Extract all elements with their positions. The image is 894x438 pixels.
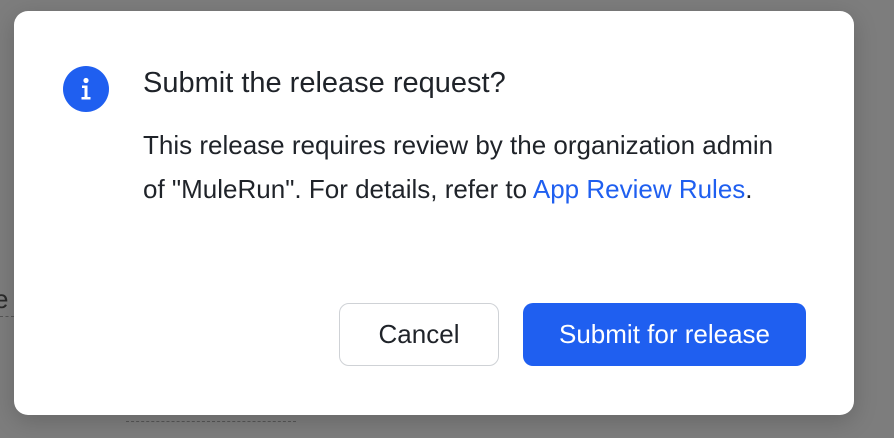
background-dashed-line — [126, 421, 296, 422]
submit-for-release-button[interactable]: Submit for release — [523, 303, 806, 366]
dialog-message-suffix: . — [745, 174, 753, 204]
confirm-dialog: Submit the release request? This release… — [14, 11, 854, 415]
cancel-button[interactable]: Cancel — [339, 303, 499, 366]
background-dashed-line — [0, 316, 14, 317]
dialog-title: Submit the release request? — [143, 67, 506, 99]
background-text-fragment: e — [0, 284, 9, 314]
dialog-message: This release requires review by the orga… — [143, 123, 783, 211]
app-review-rules-link[interactable]: App Review Rules — [533, 174, 745, 204]
info-icon — [63, 66, 109, 112]
